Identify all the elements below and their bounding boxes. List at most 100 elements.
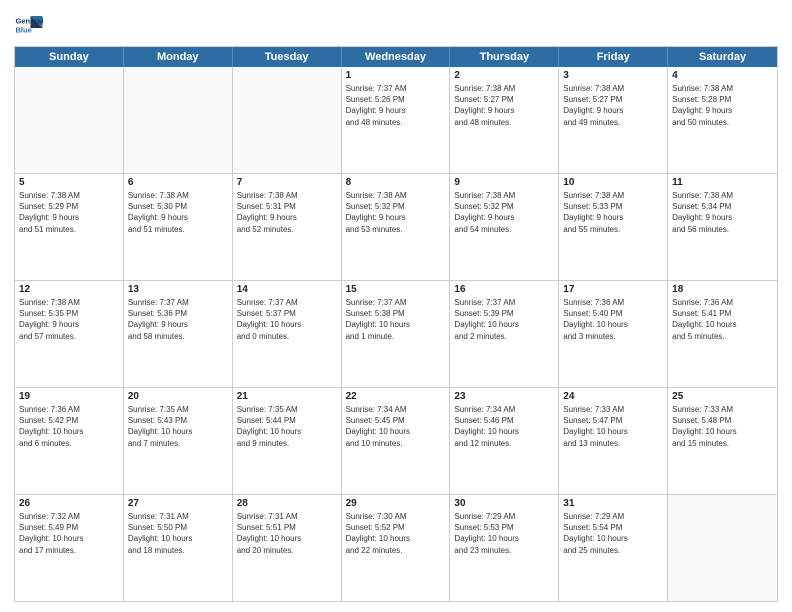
day-number: 5 <box>19 177 119 188</box>
svg-text:Blue: Blue <box>16 26 32 35</box>
day-info: Sunrise: 7:31 AM Sunset: 5:50 PM Dayligh… <box>128 511 228 556</box>
day-number: 29 <box>346 498 446 509</box>
calendar-cell: 15 Sunrise: 7:37 AM Sunset: 5:38 PM Dayli… <box>342 281 451 387</box>
day-info: Sunrise: 7:38 AM Sunset: 5:33 PM Dayligh… <box>563 190 663 235</box>
calendar-cell: 19Sunrise: 7:36 AM Sunset: 5:42 PM Dayli… <box>15 388 124 494</box>
day-number: 1 <box>346 70 446 81</box>
calendar-cell: 5 Sunrise: 7:38 AM Sunset: 5:29 PM Daylig… <box>15 174 124 280</box>
day-info: Sunrise: 7:34 AM Sunset: 5:45 PM Dayligh… <box>346 404 446 449</box>
day-info: Sunrise: 7:38 AM Sunset: 5:34 PM Dayligh… <box>672 190 773 235</box>
day-number: 8 <box>346 177 446 188</box>
day-info: Sunrise: 7:37 AM Sunset: 5:38 PM Dayligh… <box>346 297 446 342</box>
day-info: Sunrise: 7:29 AM Sunset: 5:53 PM Dayligh… <box>454 511 554 556</box>
day-info: Sunrise: 7:37 AM Sunset: 5:26 PM Dayligh… <box>346 83 446 128</box>
calendar-week-4: 19Sunrise: 7:36 AM Sunset: 5:42 PM Dayli… <box>15 387 777 494</box>
logo-icon: General Blue <box>14 10 44 40</box>
day-number: 19 <box>19 391 119 402</box>
day-info: Sunrise: 7:33 AM Sunset: 5:47 PM Dayligh… <box>563 404 663 449</box>
calendar-cell: 14 Sunrise: 7:37 AM Sunset: 5:37 PM Dayli… <box>233 281 342 387</box>
calendar-cell: 20 Sunrise: 7:35 AM Sunset: 5:43 PM Dayli… <box>124 388 233 494</box>
day-number: 2 <box>454 70 554 81</box>
header-day-tuesday: Tuesday <box>233 47 342 67</box>
calendar: SundayMondayTuesdayWednesdayThursdayFrid… <box>14 46 778 602</box>
calendar-cell: 26 Sunrise: 7:32 AM Sunset: 5:49 PM Dayli… <box>15 495 124 601</box>
calendar-cell: 8Sunrise: 7:38 AM Sunset: 5:32 PM Daylig… <box>342 174 451 280</box>
day-info: Sunrise: 7:38 AM Sunset: 5:27 PM Dayligh… <box>563 83 663 128</box>
page: General Blue SundayMondayTuesdayWednesda… <box>0 0 792 612</box>
calendar-cell: 9 Sunrise: 7:38 AM Sunset: 5:32 PM Daylig… <box>450 174 559 280</box>
day-info: Sunrise: 7:35 AM Sunset: 5:44 PM Dayligh… <box>237 404 337 449</box>
header: General Blue <box>14 10 778 40</box>
day-number: 9 <box>454 177 554 188</box>
day-number: 14 <box>237 284 337 295</box>
day-number: 16 <box>454 284 554 295</box>
day-number: 3 <box>563 70 663 81</box>
day-number: 7 <box>237 177 337 188</box>
day-number: 10 <box>563 177 663 188</box>
calendar-cell <box>233 67 342 173</box>
header-day-monday: Monday <box>124 47 233 67</box>
calendar-cell <box>15 67 124 173</box>
calendar-cell: 22Sunrise: 7:34 AM Sunset: 5:45 PM Dayli… <box>342 388 451 494</box>
day-info: Sunrise: 7:36 AM Sunset: 5:41 PM Dayligh… <box>672 297 773 342</box>
day-info: Sunrise: 7:38 AM Sunset: 5:32 PM Dayligh… <box>454 190 554 235</box>
day-info: Sunrise: 7:38 AM Sunset: 5:28 PM Dayligh… <box>672 83 773 128</box>
day-number: 31 <box>563 498 663 509</box>
calendar-cell: 31 Sunrise: 7:29 AM Sunset: 5:54 PM Dayli… <box>559 495 668 601</box>
calendar-cell: 28Sunrise: 7:31 AM Sunset: 5:51 PM Dayli… <box>233 495 342 601</box>
calendar-cell: 11Sunrise: 7:38 AM Sunset: 5:34 PM Dayli… <box>668 174 777 280</box>
header-day-wednesday: Wednesday <box>342 47 451 67</box>
day-number: 18 <box>672 284 773 295</box>
day-info: Sunrise: 7:36 AM Sunset: 5:40 PM Dayligh… <box>563 297 663 342</box>
day-number: 25 <box>672 391 773 402</box>
day-number: 23 <box>454 391 554 402</box>
day-info: Sunrise: 7:29 AM Sunset: 5:54 PM Dayligh… <box>563 511 663 556</box>
day-number: 6 <box>128 177 228 188</box>
day-info: Sunrise: 7:37 AM Sunset: 5:39 PM Dayligh… <box>454 297 554 342</box>
calendar-cell: 17Sunrise: 7:36 AM Sunset: 5:40 PM Dayli… <box>559 281 668 387</box>
calendar-cell: 3 Sunrise: 7:38 AM Sunset: 5:27 PM Daylig… <box>559 67 668 173</box>
header-day-thursday: Thursday <box>450 47 559 67</box>
calendar-cell: 4 Sunrise: 7:38 AM Sunset: 5:28 PM Daylig… <box>668 67 777 173</box>
day-info: Sunrise: 7:35 AM Sunset: 5:43 PM Dayligh… <box>128 404 228 449</box>
calendar-cell: 21 Sunrise: 7:35 AM Sunset: 5:44 PM Dayli… <box>233 388 342 494</box>
calendar-cell: 6 Sunrise: 7:38 AM Sunset: 5:30 PM Daylig… <box>124 174 233 280</box>
day-number: 20 <box>128 391 228 402</box>
day-info: Sunrise: 7:37 AM Sunset: 5:37 PM Dayligh… <box>237 297 337 342</box>
day-info: Sunrise: 7:38 AM Sunset: 5:31 PM Dayligh… <box>237 190 337 235</box>
day-number: 26 <box>19 498 119 509</box>
svg-text:General: General <box>16 17 44 26</box>
day-info: Sunrise: 7:38 AM Sunset: 5:29 PM Dayligh… <box>19 190 119 235</box>
calendar-week-1: 1 Sunrise: 7:37 AM Sunset: 5:26 PM Daylig… <box>15 67 777 173</box>
day-number: 4 <box>672 70 773 81</box>
day-info: Sunrise: 7:30 AM Sunset: 5:52 PM Dayligh… <box>346 511 446 556</box>
calendar-week-2: 5 Sunrise: 7:38 AM Sunset: 5:29 PM Daylig… <box>15 173 777 280</box>
day-info: Sunrise: 7:38 AM Sunset: 5:35 PM Dayligh… <box>19 297 119 342</box>
day-info: Sunrise: 7:32 AM Sunset: 5:49 PM Dayligh… <box>19 511 119 556</box>
logo: General Blue <box>14 10 44 40</box>
header-day-friday: Friday <box>559 47 668 67</box>
day-number: 24 <box>563 391 663 402</box>
calendar-cell <box>124 67 233 173</box>
day-info: Sunrise: 7:37 AM Sunset: 5:36 PM Dayligh… <box>128 297 228 342</box>
calendar-cell: 1 Sunrise: 7:37 AM Sunset: 5:26 PM Daylig… <box>342 67 451 173</box>
day-number: 30 <box>454 498 554 509</box>
day-number: 12 <box>19 284 119 295</box>
calendar-cell: 30 Sunrise: 7:29 AM Sunset: 5:53 PM Dayli… <box>450 495 559 601</box>
day-info: Sunrise: 7:31 AM Sunset: 5:51 PM Dayligh… <box>237 511 337 556</box>
day-number: 13 <box>128 284 228 295</box>
day-number: 15 <box>346 284 446 295</box>
calendar-cell: 7 Sunrise: 7:38 AM Sunset: 5:31 PM Daylig… <box>233 174 342 280</box>
calendar-header: SundayMondayTuesdayWednesdayThursdayFrid… <box>15 47 777 67</box>
calendar-week-5: 26 Sunrise: 7:32 AM Sunset: 5:49 PM Dayli… <box>15 494 777 601</box>
calendar-cell: 18 Sunrise: 7:36 AM Sunset: 5:41 PM Dayli… <box>668 281 777 387</box>
day-number: 27 <box>128 498 228 509</box>
calendar-cell: 16 Sunrise: 7:37 AM Sunset: 5:39 PM Dayli… <box>450 281 559 387</box>
day-info: Sunrise: 7:38 AM Sunset: 5:27 PM Dayligh… <box>454 83 554 128</box>
calendar-cell: 13 Sunrise: 7:37 AM Sunset: 5:36 PM Dayli… <box>124 281 233 387</box>
calendar-cell <box>668 495 777 601</box>
calendar-cell: 24 Sunrise: 7:33 AM Sunset: 5:47 PM Dayli… <box>559 388 668 494</box>
day-number: 21 <box>237 391 337 402</box>
day-info: Sunrise: 7:38 AM Sunset: 5:30 PM Dayligh… <box>128 190 228 235</box>
header-day-sunday: Sunday <box>15 47 124 67</box>
